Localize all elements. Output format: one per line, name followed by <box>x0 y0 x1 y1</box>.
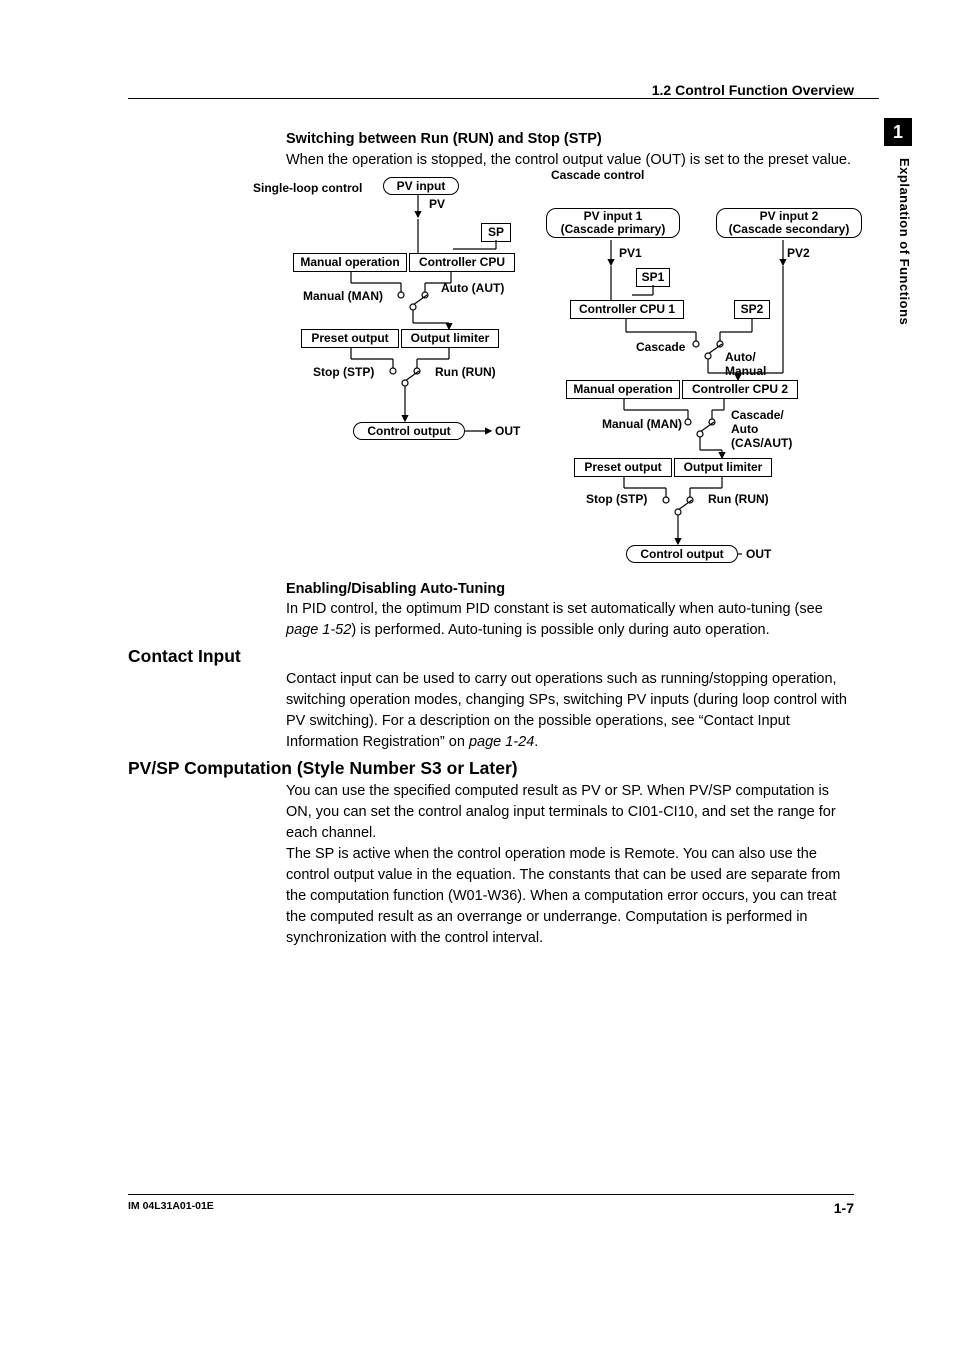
autotune-body: In PID control, the optimum PID constant… <box>286 599 854 641</box>
header-section: 1.2 Control Function Overview <box>652 82 854 98</box>
footer-docid: IM 04L31A01-01E <box>128 1200 214 1212</box>
pvsp-p2: The SP is active when the control operat… <box>286 844 854 949</box>
footer-page: 1-7 <box>834 1200 854 1216</box>
contact-body: Contact input can be used to carry out o… <box>286 669 854 753</box>
heading-pvsp: PV/SP Computation (Style Number S3 or La… <box>128 758 518 779</box>
heading-contact: Contact Input <box>128 646 241 667</box>
footer-rule <box>128 1194 854 1195</box>
subhead-switching: Switching between Run (RUN) and Stop (ST… <box>286 131 602 147</box>
chapter-tab-title: Explanation of Functions <box>884 158 912 325</box>
chapter-tab: 1 <box>884 118 912 146</box>
pvsp-p1: You can use the specified computed resul… <box>286 781 854 844</box>
subhead-autotune: Enabling/Disabling Auto-Tuning <box>286 581 505 597</box>
header-rule <box>128 98 879 99</box>
